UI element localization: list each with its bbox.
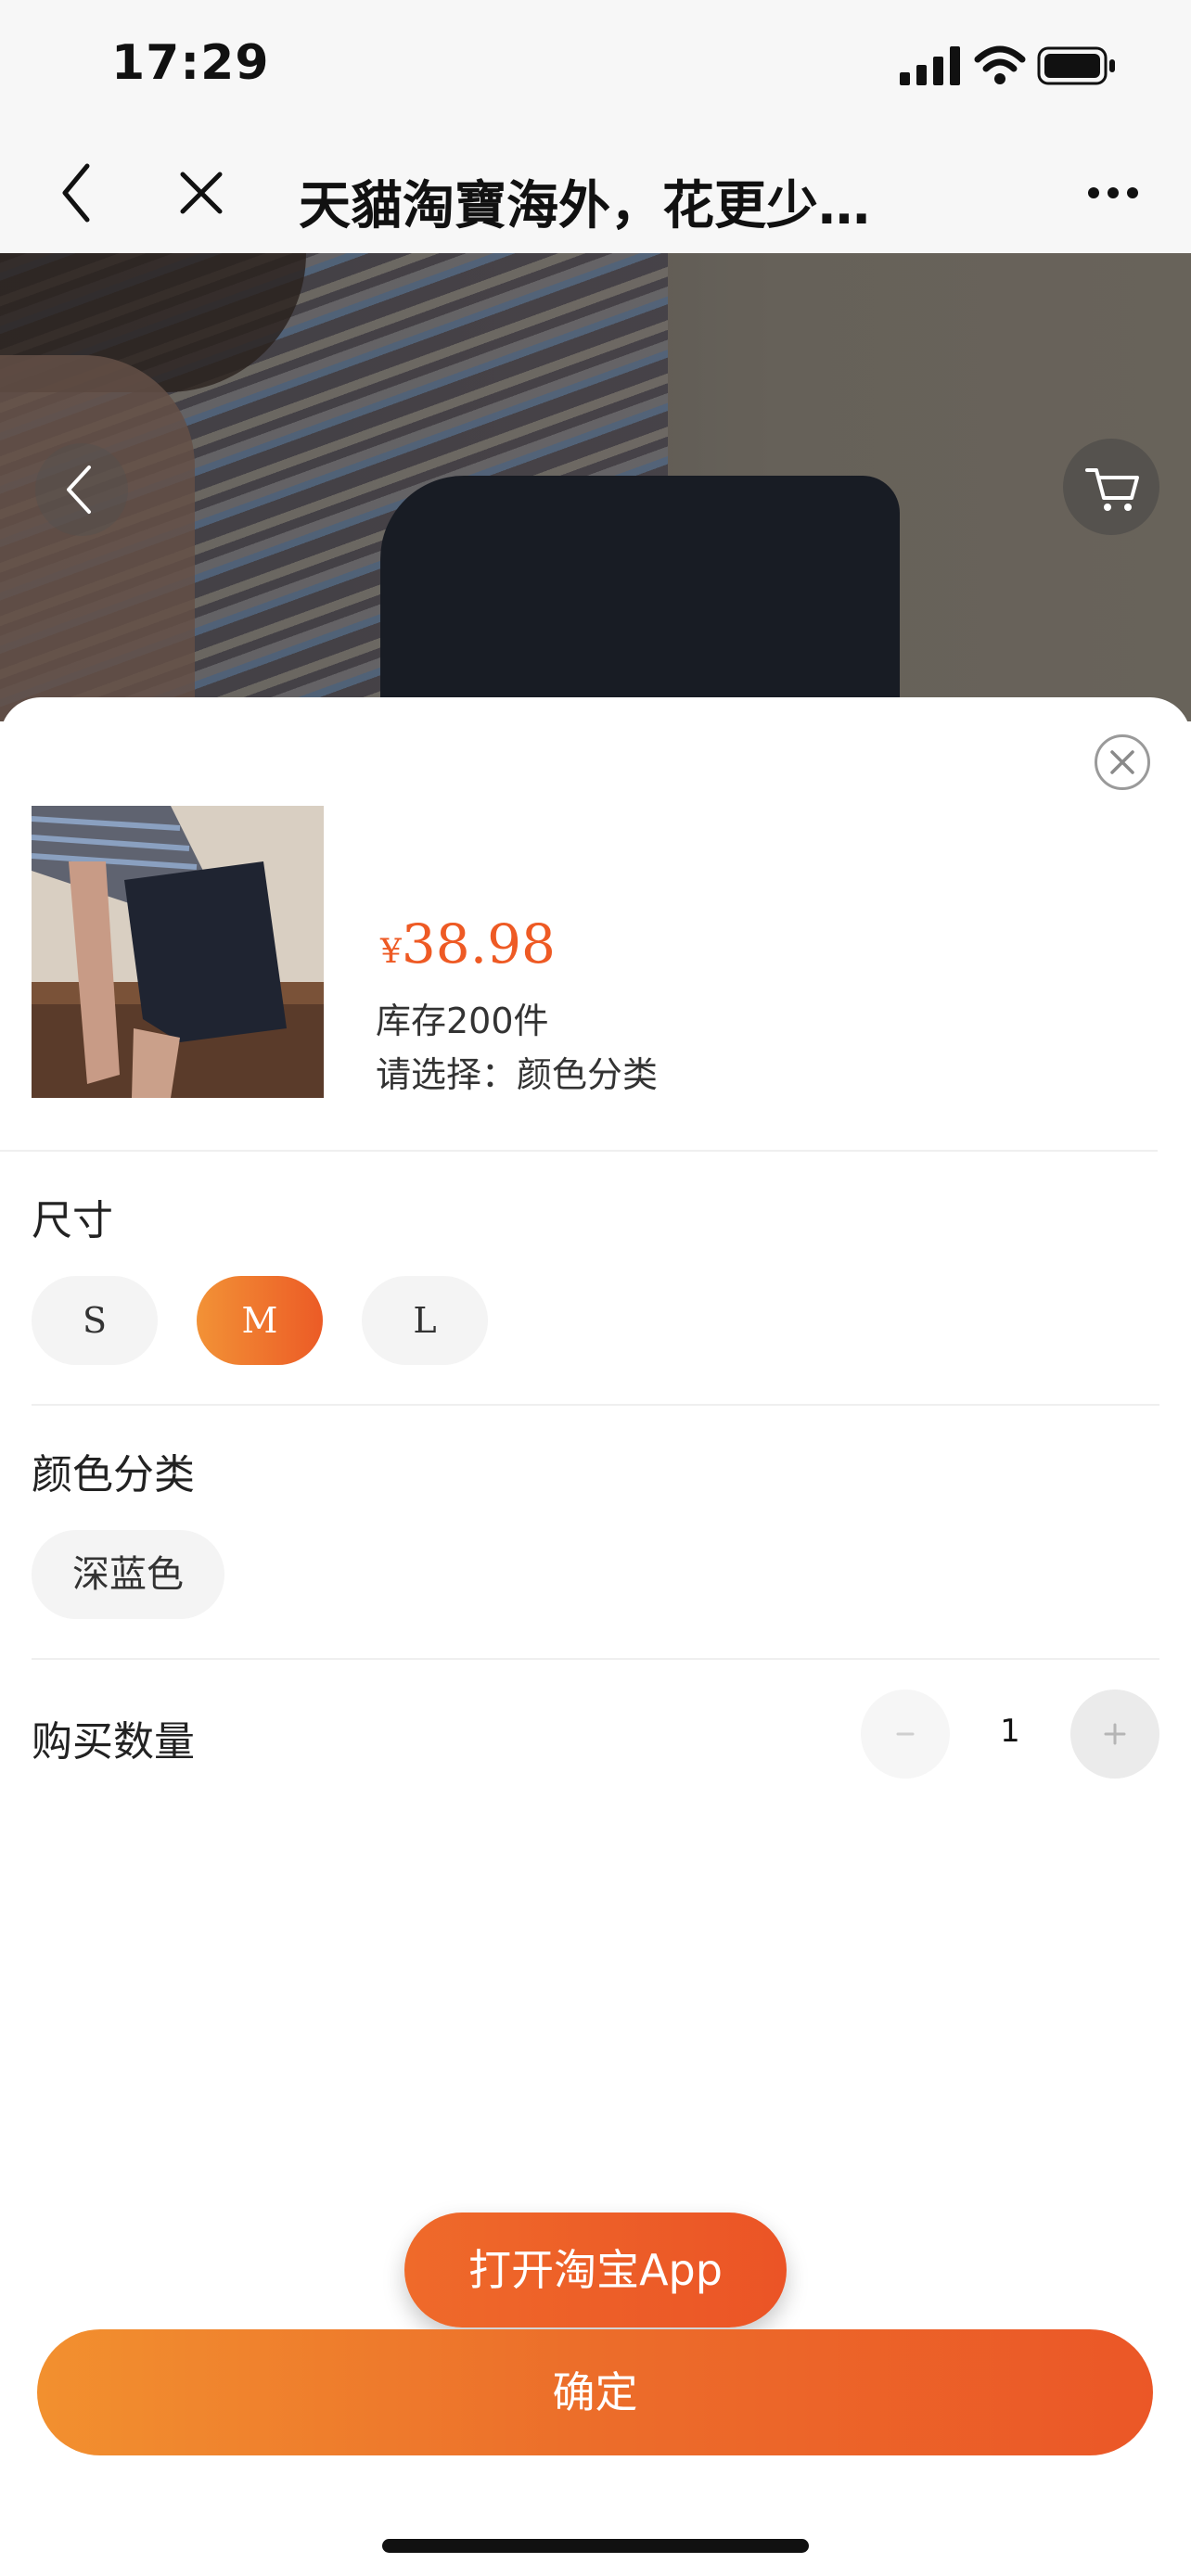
size-option-l[interactable]: L	[362, 1276, 488, 1365]
quantity-label: 购买数量	[32, 1718, 195, 1766]
stock-count: 库存200件	[376, 1001, 549, 1041]
price-currency: ¥	[380, 933, 402, 971]
page-title: 天貓淘寶海外，花更少…	[299, 176, 870, 236]
color-option-navy[interactable]: 深蓝色	[32, 1530, 224, 1619]
cart-button[interactable]	[1063, 439, 1159, 535]
product-thumbnail-graphic	[32, 806, 324, 1098]
home-indicator[interactable]	[382, 2539, 809, 2553]
divider	[32, 1658, 1159, 1660]
back-button[interactable]	[58, 160, 95, 225]
chevron-left-icon	[67, 465, 91, 514]
size-option-s[interactable]: S	[32, 1276, 158, 1365]
nav-bar: 天貓淘寶海外，花更少…	[0, 134, 1191, 255]
product-thumbnail[interactable]	[32, 806, 324, 1098]
quantity-value[interactable]: 1	[987, 1713, 1033, 1750]
status-bar: 17:29	[0, 0, 1191, 134]
plus-icon	[1104, 1723, 1126, 1745]
size-section-label: 尺寸	[32, 1197, 113, 1244]
cart-icon	[1085, 468, 1139, 511]
size-option-m[interactable]: M	[197, 1276, 323, 1365]
hero-back-button[interactable]	[35, 443, 128, 536]
wifi-icon	[974, 45, 1026, 84]
status-time: 17:29	[111, 35, 270, 91]
selection-hint: 请选择：颜色分类	[376, 1054, 659, 1095]
divider	[32, 1404, 1159, 1406]
sheet-close-button[interactable]	[1095, 734, 1150, 790]
battery-icon	[1037, 46, 1115, 85]
confirm-button[interactable]: 确定	[37, 2329, 1153, 2455]
open-taobao-app-button[interactable]: 打开淘宝App	[404, 2213, 787, 2327]
close-page-button[interactable]	[178, 170, 224, 216]
hero-overlay	[0, 253, 1191, 721]
quantity-decrease-button[interactable]	[861, 1690, 950, 1779]
price-value: 38.98	[401, 912, 556, 976]
product-price: ¥38.98	[380, 912, 556, 976]
product-hero-image	[0, 253, 1191, 721]
cellular-signal-icon	[900, 46, 960, 85]
minus-icon	[896, 1732, 915, 1736]
more-button[interactable]	[1087, 186, 1139, 199]
divider	[0, 1150, 1158, 1152]
close-circle-icon	[1110, 750, 1134, 774]
size-options: S M L	[0, 1276, 1191, 1365]
quantity-increase-button[interactable]	[1070, 1690, 1159, 1779]
color-section-label: 颜色分类	[32, 1451, 195, 1498]
